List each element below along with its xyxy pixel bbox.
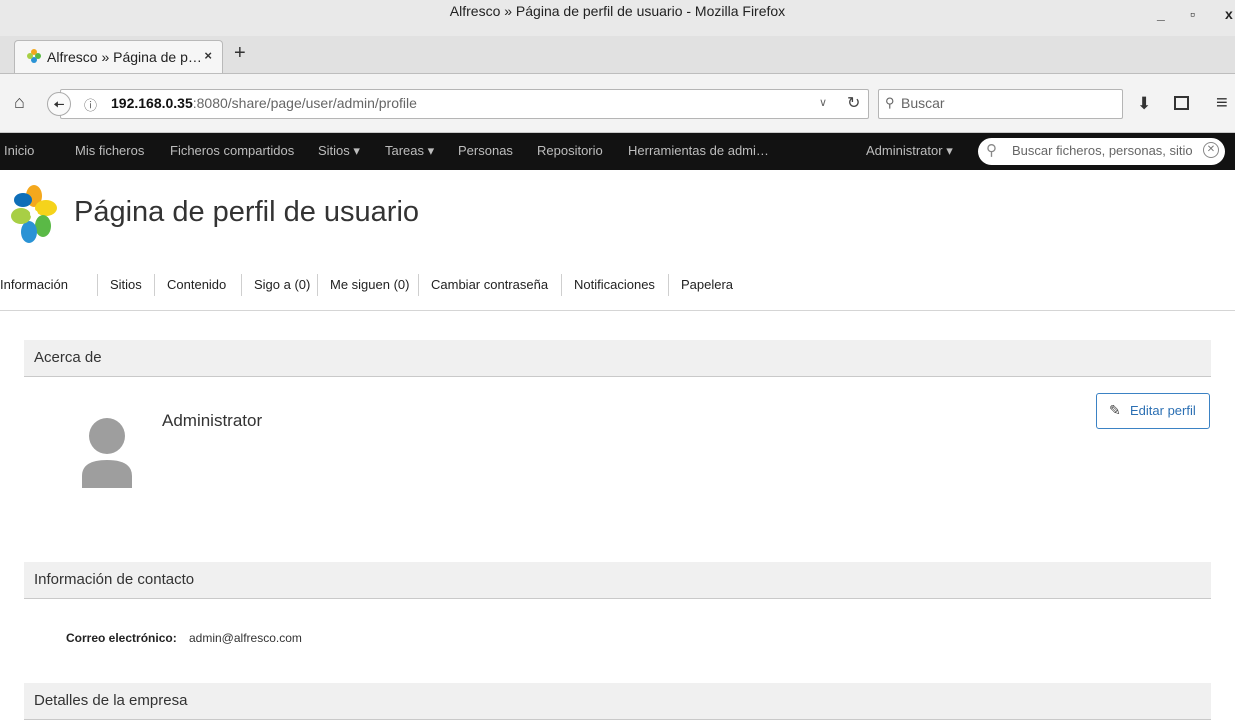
tab-divider xyxy=(561,274,562,296)
browser-search-placeholder: Buscar xyxy=(901,95,945,111)
contact-section-header: Información de contacto xyxy=(24,562,1211,599)
profile-name: Administrator xyxy=(162,411,263,430)
tab-divider xyxy=(317,274,318,296)
back-button[interactable]: 🠤 xyxy=(47,92,71,116)
tab-strip: Alfresco » Página de p… × xyxy=(0,36,1235,74)
tab-divider xyxy=(97,274,98,296)
browser-tab[interactable]: Alfresco » Página de p… × xyxy=(14,40,223,73)
about-section-header: Acerca de xyxy=(24,340,1211,377)
download-icon[interactable]: ⬇ xyxy=(1137,94,1151,114)
company-heading: Detalles de la empresa xyxy=(34,692,188,709)
nav-herramientas-admin[interactable]: Herramientas de admi… xyxy=(628,143,769,158)
close-window-button[interactable]: x xyxy=(1225,6,1233,22)
reload-icon[interactable]: ↻ xyxy=(847,93,860,113)
page-title: Página de perfil de usuario xyxy=(74,196,420,228)
clear-search-icon[interactable]: ✕ xyxy=(1203,142,1219,158)
nav-inicio[interactable]: Inicio xyxy=(4,143,34,158)
info-icon[interactable]: ⓘ xyxy=(84,95,97,114)
tab-divider xyxy=(668,274,669,296)
tab-contenido[interactable]: Contenido xyxy=(167,277,226,292)
alfresco-favicon-icon xyxy=(27,49,41,63)
minimize-button[interactable]: _ xyxy=(1157,6,1165,22)
tab-sitios[interactable]: Sitios xyxy=(110,277,142,292)
back-arrow-icon: 🠤 xyxy=(53,96,65,112)
divider xyxy=(0,310,1235,311)
tab-me-siguen[interactable]: Me siguen (0) xyxy=(330,277,409,292)
maximize-button[interactable]: ▫ xyxy=(1190,6,1195,22)
pencil-icon: ✎ xyxy=(1109,402,1121,418)
edit-profile-button[interactable]: ✎ Editar perfil xyxy=(1096,393,1210,429)
window-title: Alfresco » Página de perfil de usuario -… xyxy=(449,3,786,19)
tab-sigo-a[interactable]: Sigo a (0) xyxy=(254,277,310,292)
nav-personas[interactable]: Personas xyxy=(458,143,513,158)
user-menu[interactable]: Administrator ▾ xyxy=(866,143,953,159)
email-label: Correo electrónico: xyxy=(66,631,177,645)
hamburger-menu-icon[interactable]: ≡ xyxy=(1216,92,1228,115)
sidebar-toggle-icon[interactable] xyxy=(1174,96,1189,110)
window-titlebar: Alfresco » Página de perfil de usuario -… xyxy=(0,0,1235,36)
tab-divider xyxy=(241,274,242,296)
app-search-placeholder: Buscar ficheros, personas, sitios xyxy=(1012,143,1192,158)
url-host: 192.168.0.35 xyxy=(111,95,193,111)
home-icon[interactable]: ⌂ xyxy=(14,92,25,113)
email-value: admin@alfresco.com xyxy=(189,631,302,645)
url-bar[interactable]: ⓘ 192.168.0.35:8080/share/page/user/admi… xyxy=(60,89,869,119)
tab-informacion[interactable]: Información xyxy=(0,277,68,292)
nav-sitios[interactable]: Sitios ▾ xyxy=(318,143,360,159)
search-icon: ⚲ xyxy=(885,95,895,110)
nav-mis-ficheros[interactable]: Mis ficheros xyxy=(75,143,144,158)
url-text: 192.168.0.35:8080/share/page/user/admin/… xyxy=(111,95,417,111)
edit-profile-label: Editar perfil xyxy=(1130,403,1196,418)
company-section-header: Detalles de la empresa xyxy=(24,683,1211,720)
tab-papelera[interactable]: Papelera xyxy=(681,277,733,292)
app-search-input[interactable]: ⚲ Buscar ficheros, personas, sitios ✕ xyxy=(978,138,1225,165)
new-tab-button[interactable]: + xyxy=(234,42,246,65)
url-dropdown-icon[interactable]: ∨ xyxy=(819,96,827,109)
tab-notificaciones[interactable]: Notificaciones xyxy=(574,277,655,292)
nav-tareas[interactable]: Tareas ▾ xyxy=(385,143,434,159)
tab-divider xyxy=(154,274,155,296)
tab-divider xyxy=(418,274,419,296)
alfresco-logo-icon xyxy=(11,185,57,243)
nav-ficheros-compartidos[interactable]: Ficheros compartidos xyxy=(170,143,294,158)
tab-title: Alfresco » Página de p… xyxy=(47,49,202,65)
tab-cambiar-contrasena[interactable]: Cambiar contraseña xyxy=(431,277,548,292)
avatar xyxy=(82,418,132,488)
search-icon: ⚲ xyxy=(986,142,997,159)
browser-search-bar[interactable]: ⚲ Buscar xyxy=(878,89,1123,119)
tab-close-icon[interactable]: × xyxy=(204,48,212,63)
nav-repositorio[interactable]: Repositorio xyxy=(537,143,603,158)
url-path: :8080/share/page/user/admin/profile xyxy=(192,95,417,111)
about-heading: Acerca de xyxy=(34,349,102,366)
contact-heading: Información de contacto xyxy=(34,571,195,588)
profile-tabs: Información Sitios Contenido Sigo a (0) … xyxy=(0,270,1235,300)
navigation-toolbar: ⌂ ⓘ 192.168.0.35:8080/share/page/user/ad… xyxy=(0,74,1235,133)
